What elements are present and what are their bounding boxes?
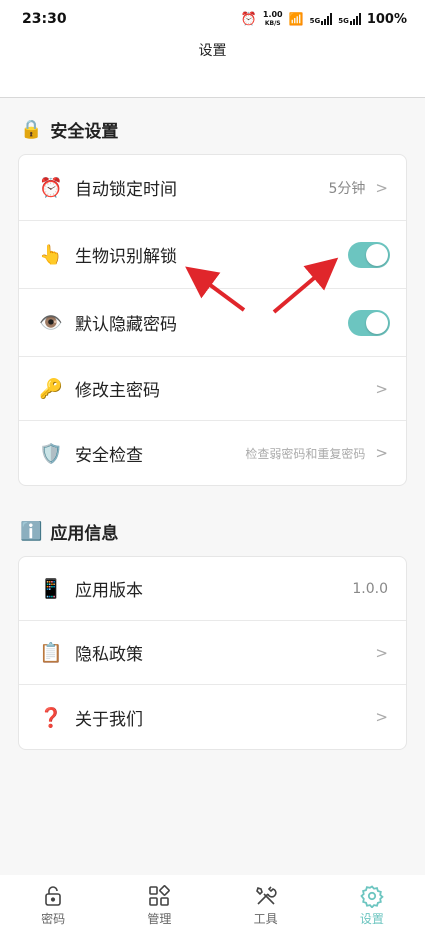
info-app-version: 📱 应用版本 1.0.0 bbox=[19, 557, 406, 621]
tab-manage[interactable]: 管理 bbox=[119, 884, 199, 927]
setting-label: 自动锁定时间 bbox=[75, 180, 177, 200]
alarm-clock-icon: ⏰ bbox=[39, 177, 63, 199]
auto-lock-value: 5分钟 bbox=[328, 180, 366, 197]
tab-label: 设置 bbox=[359, 911, 384, 926]
key-icon: 🔑 bbox=[39, 378, 63, 400]
setting-label: 默认隐藏密码 bbox=[75, 315, 177, 335]
security-check-hint: 检查弱密码和重复密码 bbox=[245, 446, 366, 461]
info-label: 关于我们 bbox=[75, 709, 143, 730]
eye-icon: 👁️ bbox=[39, 312, 63, 334]
wifi-icon: 📶 bbox=[288, 12, 304, 26]
tab-settings[interactable]: 设置 bbox=[332, 884, 412, 927]
info-privacy-policy[interactable]: 📋 隐私政策 > bbox=[19, 621, 406, 685]
status-bar: 23:30 ⏰ 1.00 KB/S 📶 5G 5G 100% bbox=[0, 0, 425, 38]
bottom-tab-bar: 密码 管理 工具 设置 bbox=[0, 875, 425, 935]
clipboard-icon: 📋 bbox=[39, 642, 63, 664]
chevron-right-icon: > bbox=[375, 643, 388, 662]
shield-icon: 🛡️ bbox=[39, 442, 63, 465]
tab-label: 工具 bbox=[253, 911, 278, 926]
section-app-info-label: 应用信息 bbox=[50, 523, 119, 544]
tab-passwords[interactable]: 密码 bbox=[13, 884, 93, 927]
tools-icon bbox=[255, 885, 277, 905]
setting-label: 生物识别解锁 bbox=[75, 247, 177, 267]
speed-value: 1.00 bbox=[262, 9, 283, 19]
hide-password-toggle[interactable] bbox=[348, 309, 390, 336]
app-version-value: 1.0.0 bbox=[352, 580, 388, 597]
grid-icon bbox=[149, 884, 171, 906]
section-security-label: 安全设置 bbox=[50, 121, 119, 142]
question-mark-icon: ❓ bbox=[39, 706, 63, 729]
setting-hide-password-default: 👁️ 默认隐藏密码 bbox=[19, 289, 406, 357]
setting-auto-lock-time[interactable]: ⏰ 自动锁定时间 5分钟 > bbox=[19, 155, 406, 221]
info-about-us[interactable]: ❓ 关于我们 > bbox=[19, 685, 406, 749]
chevron-right-icon: > bbox=[375, 178, 388, 197]
network-speed: 1.00 KB/S bbox=[262, 9, 283, 28]
cell-signal-1-label: 5G bbox=[309, 17, 321, 25]
tab-label: 密码 bbox=[41, 911, 66, 926]
cell-signal-2-label: 5G bbox=[338, 17, 349, 25]
tab-tools[interactable]: 工具 bbox=[226, 884, 306, 927]
alarm-icon: ⏰ bbox=[240, 11, 257, 27]
status-time: 23:30 bbox=[22, 11, 67, 27]
info-label: 隐私政策 bbox=[75, 645, 143, 665]
page-header: 设置 bbox=[0, 38, 425, 98]
section-security-title: 🔒 安全设置 bbox=[0, 116, 425, 142]
info-label: 应用版本 bbox=[75, 581, 143, 601]
setting-change-master-password[interactable]: 🔑 修改主密码 > bbox=[19, 357, 406, 421]
lock-icon bbox=[45, 885, 61, 906]
toggle-knob bbox=[366, 243, 388, 266]
battery-level: 100% bbox=[366, 11, 407, 27]
section-app-info-title: ℹ️ 应用信息 bbox=[0, 518, 425, 544]
setting-security-check[interactable]: 🛡️ 安全检查 检查弱密码和重复密码 > bbox=[19, 421, 406, 485]
phone-icon: 📱 bbox=[39, 578, 63, 600]
cell-signal-icon-2: 5G bbox=[338, 13, 361, 25]
security-settings-card: ⏰ 自动锁定时间 5分钟 > 👆 生物识别解锁 👁️ 默认隐藏密码 🔑 修改主密… bbox=[18, 154, 407, 486]
chevron-right-icon: > bbox=[375, 379, 388, 398]
app-info-card: 📱 应用版本 1.0.0 📋 隐私政策 > ❓ 关于我们 > bbox=[18, 556, 407, 750]
lock-icon: 🔒 bbox=[20, 118, 43, 140]
speed-unit: KB/S bbox=[264, 19, 281, 27]
setting-label: 安全检查 bbox=[75, 445, 143, 466]
page-title: 设置 bbox=[198, 43, 227, 59]
toggle-knob bbox=[366, 311, 388, 334]
status-icons: ⏰ 1.00 KB/S 📶 5G 5G 100% bbox=[240, 9, 407, 28]
settings-content: 🔒 安全设置 ⏰ 自动锁定时间 5分钟 > 👆 生物识别解锁 👁️ 默认隐藏密码… bbox=[0, 98, 425, 884]
tab-label: 管理 bbox=[147, 911, 172, 926]
setting-biometric-unlock: 👆 生物识别解锁 bbox=[19, 221, 406, 289]
biometric-unlock-toggle[interactable] bbox=[348, 241, 390, 268]
cell-signal-icon: 5G bbox=[310, 13, 333, 25]
finger-pointing-icon: 👆 bbox=[39, 244, 63, 266]
gear-icon bbox=[360, 884, 384, 908]
chevron-right-icon: > bbox=[375, 444, 388, 462]
info-icon: ℹ️ bbox=[20, 520, 43, 542]
chevron-right-icon: > bbox=[375, 708, 388, 726]
setting-label: 修改主密码 bbox=[75, 381, 160, 401]
